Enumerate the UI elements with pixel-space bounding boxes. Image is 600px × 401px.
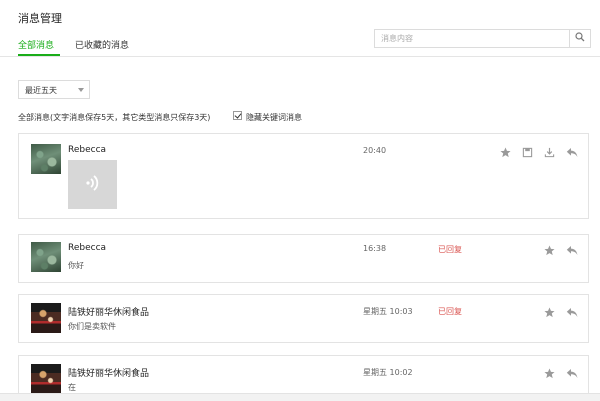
sender-name[interactable]: Rebecca [68,145,106,155]
tab-starred-messages[interactable]: 已收藏的消息 [75,38,129,51]
message-text: 在 [68,383,76,392]
save-icon[interactable] [521,146,533,158]
reply-icon[interactable] [566,146,578,158]
message-retention-note: 全部消息(文字消息保存5天，其它类型消息只保存3天) [18,113,211,122]
reply-icon[interactable] [566,367,578,379]
tabs-divider [0,56,600,57]
replied-status: 已回复 [438,307,462,316]
search-icon [575,32,585,45]
message-time: 星期五 10:02 [363,368,413,377]
message-time: 星期五 10:03 [363,307,413,316]
search-button[interactable] [569,30,590,47]
message-time: 20:40 [363,146,387,155]
chevron-down-icon [78,88,84,92]
hide-keyword-checkbox[interactable] [233,111,242,120]
avatar[interactable] [31,242,61,272]
avatar[interactable] [31,144,61,174]
avatar[interactable] [31,303,61,333]
message-text: 你们是卖软件 [68,322,116,331]
message-card [18,294,589,343]
hide-keyword-label: 隐藏关键词消息 [246,113,302,122]
search-box [374,29,591,48]
reply-icon[interactable] [566,244,578,256]
sender-name[interactable]: Rebecca [68,243,106,253]
voice-wave-icon [85,173,101,196]
message-card [18,234,589,283]
star-icon[interactable] [543,244,555,256]
avatar[interactable] [31,364,61,394]
star-icon[interactable] [499,146,511,158]
page-title: 消息管理 [18,12,62,25]
date-range-select[interactable]: 最近五天 [18,80,90,99]
replied-status: 已回复 [438,245,462,254]
search-input[interactable] [381,32,561,45]
date-range-value: 最近五天 [25,86,57,95]
message-time: 16:38 [363,244,387,253]
sender-name[interactable]: 陆铁好丽华休闲食品 [68,366,149,379]
tab-all-messages[interactable]: 全部消息 [18,38,54,51]
download-icon[interactable] [543,146,555,158]
star-icon[interactable] [543,306,555,318]
reply-icon[interactable] [566,306,578,318]
check-icon [234,111,242,119]
sender-name[interactable]: 陆铁好丽华休闲食品 [68,305,149,318]
voice-message[interactable] [68,160,117,209]
star-icon[interactable] [543,367,555,379]
message-text: 你好 [68,261,84,270]
